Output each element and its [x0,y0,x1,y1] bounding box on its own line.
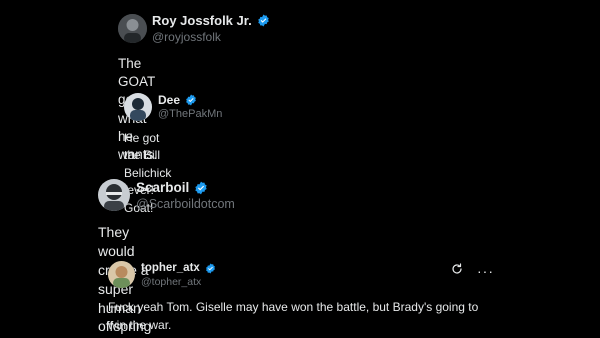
handle[interactable]: @royjossfolk [152,30,221,44]
avatar-photo [98,179,130,211]
handle[interactable]: @ThePakMn [158,108,222,120]
verified-badge-icon [185,94,197,106]
display-name[interactable]: Dee [158,93,197,107]
verified-badge-icon [257,14,270,27]
display-name-text: Dee [158,93,181,107]
display-name[interactable]: Scarboil [136,180,208,195]
display-name-text: topher_atx [141,262,200,274]
handle[interactable]: @Scarboildotcom [136,197,235,211]
avatar-photo [118,14,147,43]
avatar-photo [124,93,152,121]
verified-badge-icon [194,181,208,195]
more-options-icon[interactable]: ··· [477,264,494,278]
refresh-icon[interactable] [451,262,463,280]
handle[interactable]: @topher_atx [141,276,201,288]
post-actions: ··· [451,262,494,280]
display-name[interactable]: Roy Jossfolk Jr. [152,13,270,28]
display-name-text: Roy Jossfolk Jr. [152,13,252,28]
avatar[interactable] [98,179,130,211]
avatar-photo [108,261,135,288]
display-name-text: Scarboil [136,180,190,195]
avatar[interactable] [118,14,147,43]
display-name[interactable]: topher_atx [141,262,216,274]
avatar[interactable] [124,93,152,121]
verified-badge-icon [205,262,216,274]
avatar[interactable] [108,261,135,288]
post-text: Fuck yeah Tom. Giselle may have won the … [108,300,479,332]
